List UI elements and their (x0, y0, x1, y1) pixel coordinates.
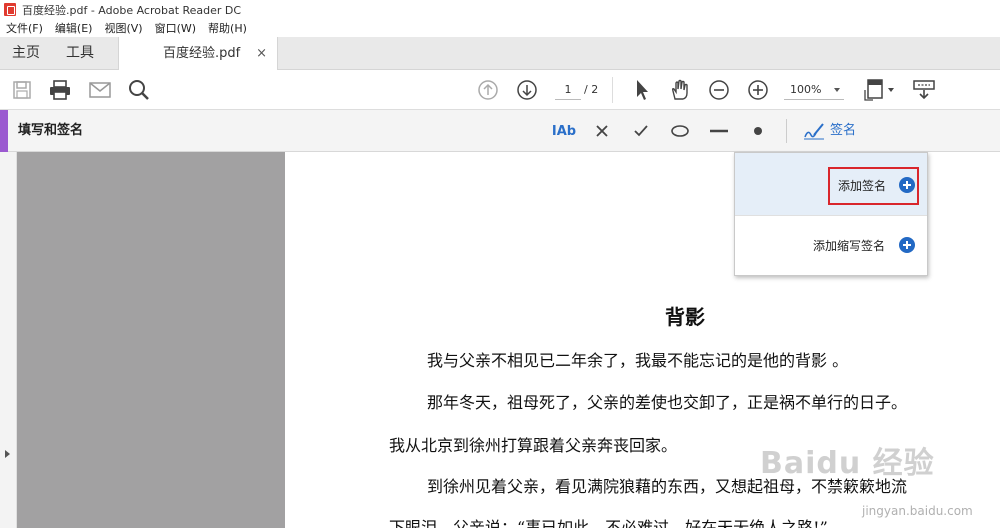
zoom-value: 100% (790, 83, 822, 96)
document-margin-area (17, 152, 285, 528)
menu-edit[interactable]: 编辑(E) (49, 20, 99, 36)
paragraph: 那年冬天，祖母死了，父亲的差使也交卸了，正是祸不单行的日子。 (427, 393, 908, 412)
menu-bar: 文件(F) 编辑(E) 视图(V) 窗口(W) 帮助(H) (0, 19, 1000, 37)
next-page-icon[interactable] (515, 78, 539, 102)
add-initials-label: 添加缩写签名 (813, 239, 886, 253)
pdf-app-icon (4, 3, 16, 16)
cross-icon (596, 125, 608, 137)
line-tool[interactable] (707, 120, 731, 142)
menu-window[interactable]: 窗口(W) (149, 20, 202, 36)
dot-icon (754, 127, 762, 135)
line-icon (710, 129, 728, 133)
add-text-icon: IAb (551, 123, 577, 139)
select-arrow-icon[interactable] (630, 78, 654, 102)
paragraph: 我从北京到徐州打算跟着父亲奔丧回家。 (389, 436, 678, 455)
toolbar-divider (612, 77, 613, 103)
tab-tools[interactable]: 工具 (66, 37, 94, 70)
tab-home[interactable]: 主页 (12, 37, 40, 70)
paragraph: 我与父亲不相见已二年余了，我最不能忘记的是他的背影 。 (427, 351, 849, 370)
keyboard-icon[interactable] (910, 78, 938, 102)
close-tab-icon[interactable]: × (256, 37, 267, 70)
check-mark-tool[interactable] (630, 120, 652, 142)
dot-tool[interactable] (748, 120, 768, 142)
circle-tool[interactable] (668, 120, 692, 142)
paragraph: 下眼泪。父亲说：“事已如此，不必难过，好在天无绝人之路!” (389, 518, 828, 528)
search-icon[interactable] (126, 78, 152, 102)
tab-document-label: 百度经验.pdf (163, 46, 241, 61)
zoom-select[interactable]: 100% (784, 80, 844, 100)
page-total: / 2 (584, 83, 599, 96)
tool-accent-bar (0, 110, 8, 152)
zoom-in-icon[interactable] (746, 78, 770, 102)
fit-page-icon[interactable] (862, 78, 898, 102)
title-bar: 百度经验.pdf - Adobe Acrobat Reader DC (0, 0, 1000, 19)
expand-arrow-icon (5, 450, 10, 458)
sign-pen-icon[interactable] (800, 120, 828, 142)
add-initials-item[interactable]: 添加缩写签名 (735, 215, 927, 275)
hand-icon[interactable] (668, 78, 692, 102)
sign-button[interactable]: 签名 (830, 121, 856, 141)
watermark-url: jingyan.baidu.com (862, 504, 973, 518)
left-panel-toggle[interactable] (0, 152, 17, 528)
window-title: 百度经验.pdf - Adobe Acrobat Reader DC (22, 3, 242, 17)
fill-sign-divider (786, 119, 787, 143)
check-icon (634, 125, 648, 137)
fill-sign-title: 填写和签名 (18, 123, 84, 138)
menu-help[interactable]: 帮助(H) (202, 20, 253, 36)
tab-bar: 主页 工具 百度经验.pdf × (0, 37, 1000, 71)
save-icon[interactable] (10, 78, 34, 102)
document-title: 背影 (665, 305, 705, 329)
menu-file[interactable]: 文件(F) (0, 20, 49, 36)
zoom-out-icon[interactable] (707, 78, 731, 102)
tab-document[interactable]: 百度经验.pdf × (118, 37, 278, 71)
add-initials-plus-icon[interactable] (899, 237, 915, 253)
prev-page-icon[interactable] (476, 78, 500, 102)
add-text-tool[interactable]: IAb (550, 120, 578, 142)
print-icon[interactable] (48, 78, 72, 102)
menu-view[interactable]: 视图(V) (98, 20, 148, 36)
cross-mark-tool[interactable] (592, 120, 612, 142)
highlight-box (828, 167, 919, 205)
baidu-watermark: Baidu 经验 (760, 446, 935, 481)
chevron-down-icon (834, 88, 840, 92)
ellipse-icon (671, 125, 689, 137)
email-icon[interactable] (88, 78, 112, 102)
page-number-input[interactable] (555, 80, 581, 100)
